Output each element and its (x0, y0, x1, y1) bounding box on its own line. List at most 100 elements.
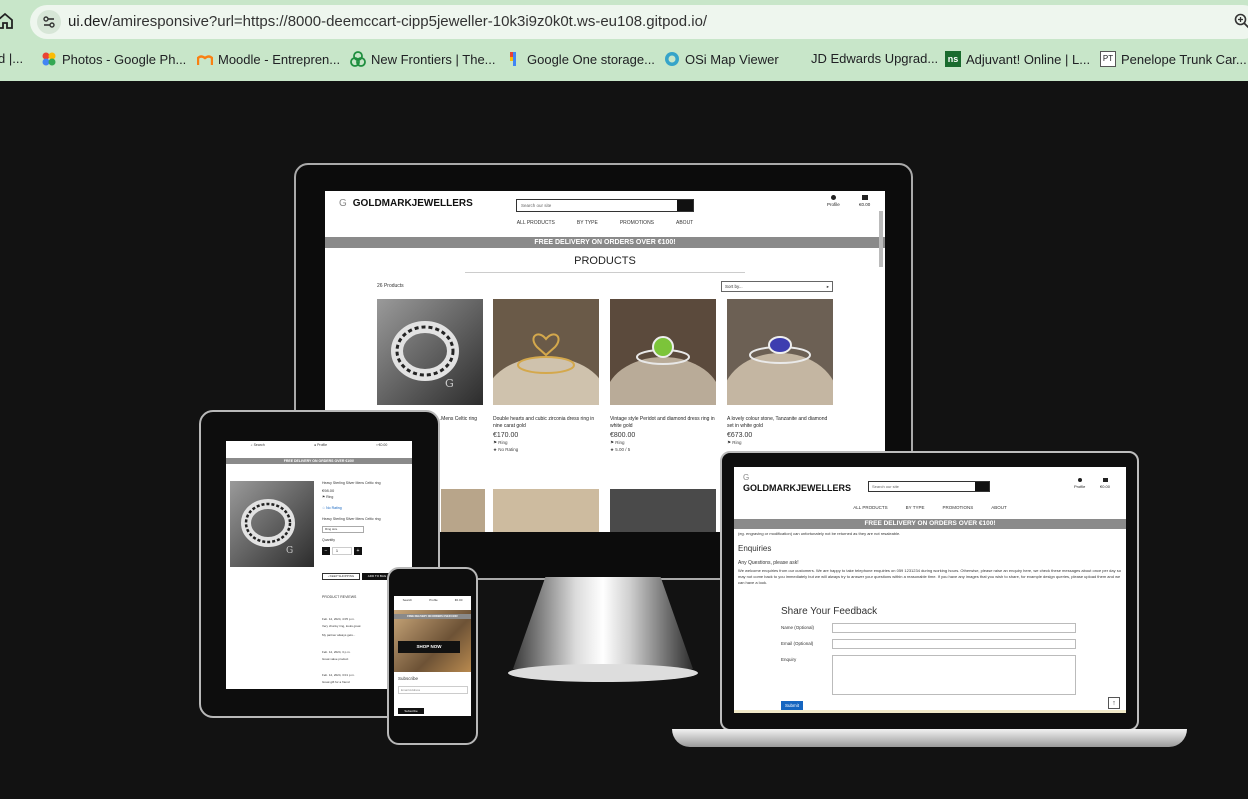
bookmark-label: OSi Map Viewer (685, 51, 779, 67)
returns-text: (eg. engraving or modification) can unfo… (738, 531, 901, 536)
osi-map-icon (665, 52, 679, 66)
product-type: ⚑ Ring (493, 440, 508, 445)
profile-link[interactable]: ● Profile (314, 443, 327, 447)
main-nav: ALL PRODUCTS BY TYPE PROMOTIONS ABOUT (734, 505, 1126, 510)
minus-button[interactable]: − (322, 547, 330, 555)
search-input[interactable]: Search our site (868, 481, 990, 492)
quantity-input[interactable]: 1 (332, 547, 352, 555)
chevron-right-icon: ▸ (826, 284, 829, 289)
moodle-icon (197, 55, 213, 65)
quantity-label: Quantity (322, 538, 336, 542)
product-card[interactable]: G ...Mens Celtic ring (377, 299, 483, 423)
tablet-header-icons: ⌕ Search ● Profile ▪ €0.00 (226, 443, 412, 447)
home-icon[interactable] (0, 12, 14, 30)
bookmark-item[interactable]: OSi Map Viewer (664, 51, 779, 67)
nav-all-products[interactable]: ALL PRODUCTS (853, 505, 887, 510)
shop-now-button[interactable]: SHOP NOW (398, 641, 460, 653)
enquiries-heading: Enquiries (738, 544, 772, 553)
product-price: €98.00 (322, 488, 335, 493)
sort-select[interactable]: Sort by... ▸ (721, 281, 833, 292)
bookmark-item[interactable]: Photos - Google Ph... (41, 51, 186, 67)
search-icon[interactable] (975, 482, 989, 491)
url-text[interactable]: ui.dev/amiresponsive?url=https://8000-de… (68, 13, 707, 30)
nav-about[interactable]: ABOUT (991, 505, 1007, 510)
site-info-icon[interactable] (37, 10, 61, 34)
bag-link[interactable]: €0.00 (1100, 478, 1110, 489)
footer-strip (734, 710, 1126, 713)
subscribe-button[interactable]: Subscribe (398, 708, 424, 714)
product-type-label: Ring (732, 440, 742, 445)
product-type-label: Ring (326, 495, 334, 499)
nav-by-type[interactable]: BY TYPE (577, 220, 598, 226)
search-placeholder: Search our site (521, 203, 552, 208)
delivery-banner: FREE DELIVERY ON ORDERS OVER €100! (734, 519, 1126, 529)
email-field[interactable] (832, 639, 1076, 649)
new-frontiers-icon (350, 51, 366, 67)
nav-by-type[interactable]: BY TYPE (906, 505, 925, 510)
name-field[interactable] (832, 623, 1076, 633)
search-placeholder: Search our site (872, 484, 899, 489)
browser-chrome: ui.dev/amiresponsive?url=https://8000-de… (0, 0, 1248, 81)
bookmark-item[interactable]: Moodle - Entrepren... (197, 51, 340, 67)
email-label: Email (Optional) (781, 641, 814, 646)
url-host: ui.dev (68, 13, 109, 30)
enquiries-subheading: Any Questions, please ask! (738, 560, 799, 566)
product-rating: ★ 5.00 / 5 (610, 447, 631, 452)
search-link[interactable]: Search (403, 598, 413, 602)
product-card[interactable]: Double hearts and cubic zirconia dress r… (486, 299, 606, 453)
scrollbar[interactable] (879, 211, 883, 267)
subscribe-heading: Subscribe (398, 676, 419, 681)
review-text: Great value product (322, 657, 349, 661)
bookmark-item[interactable]: Google One storage... (506, 51, 655, 67)
name-label: Name (Optional) (781, 625, 815, 630)
subscribe-email-input[interactable]: Email Address (398, 686, 468, 694)
plus-button[interactable]: + (354, 547, 362, 555)
basket-icon (861, 195, 868, 200)
product-image-celtic-ring: G (230, 481, 314, 567)
search-icon[interactable] (677, 200, 693, 211)
bag-link[interactable]: €0.00 (859, 195, 870, 207)
profile-label: Profile (1074, 484, 1086, 489)
enquiry-textarea[interactable] (832, 655, 1076, 695)
bag-total: €0.00 (1100, 484, 1111, 489)
review-item: Feb. 12, 2024, 3 p.m. Great value product (322, 650, 351, 661)
nav-promotions[interactable]: PROMOTIONS (942, 505, 973, 510)
bookmark-label: Adjuvant! Online | L... (966, 51, 1091, 67)
product-image-double-hearts (486, 299, 606, 437)
product-card[interactable]: Vintage style Peridot and diamond dress … (605, 299, 721, 453)
site-logo[interactable]: G GOLDMARKJEWELLERS (743, 473, 851, 493)
zoom-icon[interactable] (1234, 13, 1248, 29)
bookmark-item[interactable]: New Frontiers | The... (350, 51, 496, 67)
ring-size-select[interactable]: Ring size (322, 526, 364, 533)
product-rating-label: No Rating (498, 447, 519, 452)
nav-promotions[interactable]: PROMOTIONS (620, 220, 654, 226)
product-card[interactable]: A lovely colour stone, Tanzanite and dia… (722, 299, 838, 446)
bookmark-item[interactable]: JD Edwards Upgrad... (811, 51, 938, 66)
profile-label: Profile (827, 202, 840, 207)
nav-all-products[interactable]: ALL PRODUCTS (517, 220, 555, 226)
bookmark-label: JD Edwards Upgrad... (811, 51, 939, 66)
sort-label: Sort by... (725, 284, 743, 289)
site-logo[interactable]: G GOLDMARKJEWELLERS (339, 198, 473, 209)
product-image-partial (493, 489, 599, 532)
bookmark-item[interactable]: d |... (0, 51, 23, 66)
bookmark-item[interactable]: PT Penelope Trunk Car... (1100, 51, 1247, 67)
nav-about[interactable]: ABOUT (676, 220, 693, 226)
laptop-screen: G GOLDMARKJEWELLERS Search our site Prof… (734, 467, 1126, 713)
bag-link[interactable]: €0.00 (455, 598, 463, 602)
bag-link[interactable]: ▪ €0.00 (376, 443, 387, 447)
search-link[interactable]: ⌕ Search (251, 443, 265, 447)
product-rating-label: 5.00 / 5 (615, 447, 631, 452)
keep-shopping-button[interactable]: ‹ KEEP SHOPPING (322, 573, 360, 580)
review-item: Feb. 12, 2024, 4:05 p.m. Very chunky ring… (322, 617, 361, 628)
svg-text:G: G (445, 377, 454, 390)
bag-total: €0.00 (859, 202, 871, 207)
bookmark-item[interactable]: ns Adjuvant! Online | L... (945, 51, 1090, 67)
profile-link[interactable]: Profile (827, 195, 840, 207)
profile-link[interactable]: Profile (429, 598, 438, 602)
product-type-label: Ring (498, 440, 508, 445)
profile-link[interactable]: Profile (1074, 478, 1085, 489)
delivery-banner: FREE DELIVERY ON ORDERS OVER €100! (226, 458, 412, 464)
search-input[interactable]: Search our site (516, 199, 694, 212)
back-to-top-button[interactable]: ↑ (1108, 697, 1120, 709)
